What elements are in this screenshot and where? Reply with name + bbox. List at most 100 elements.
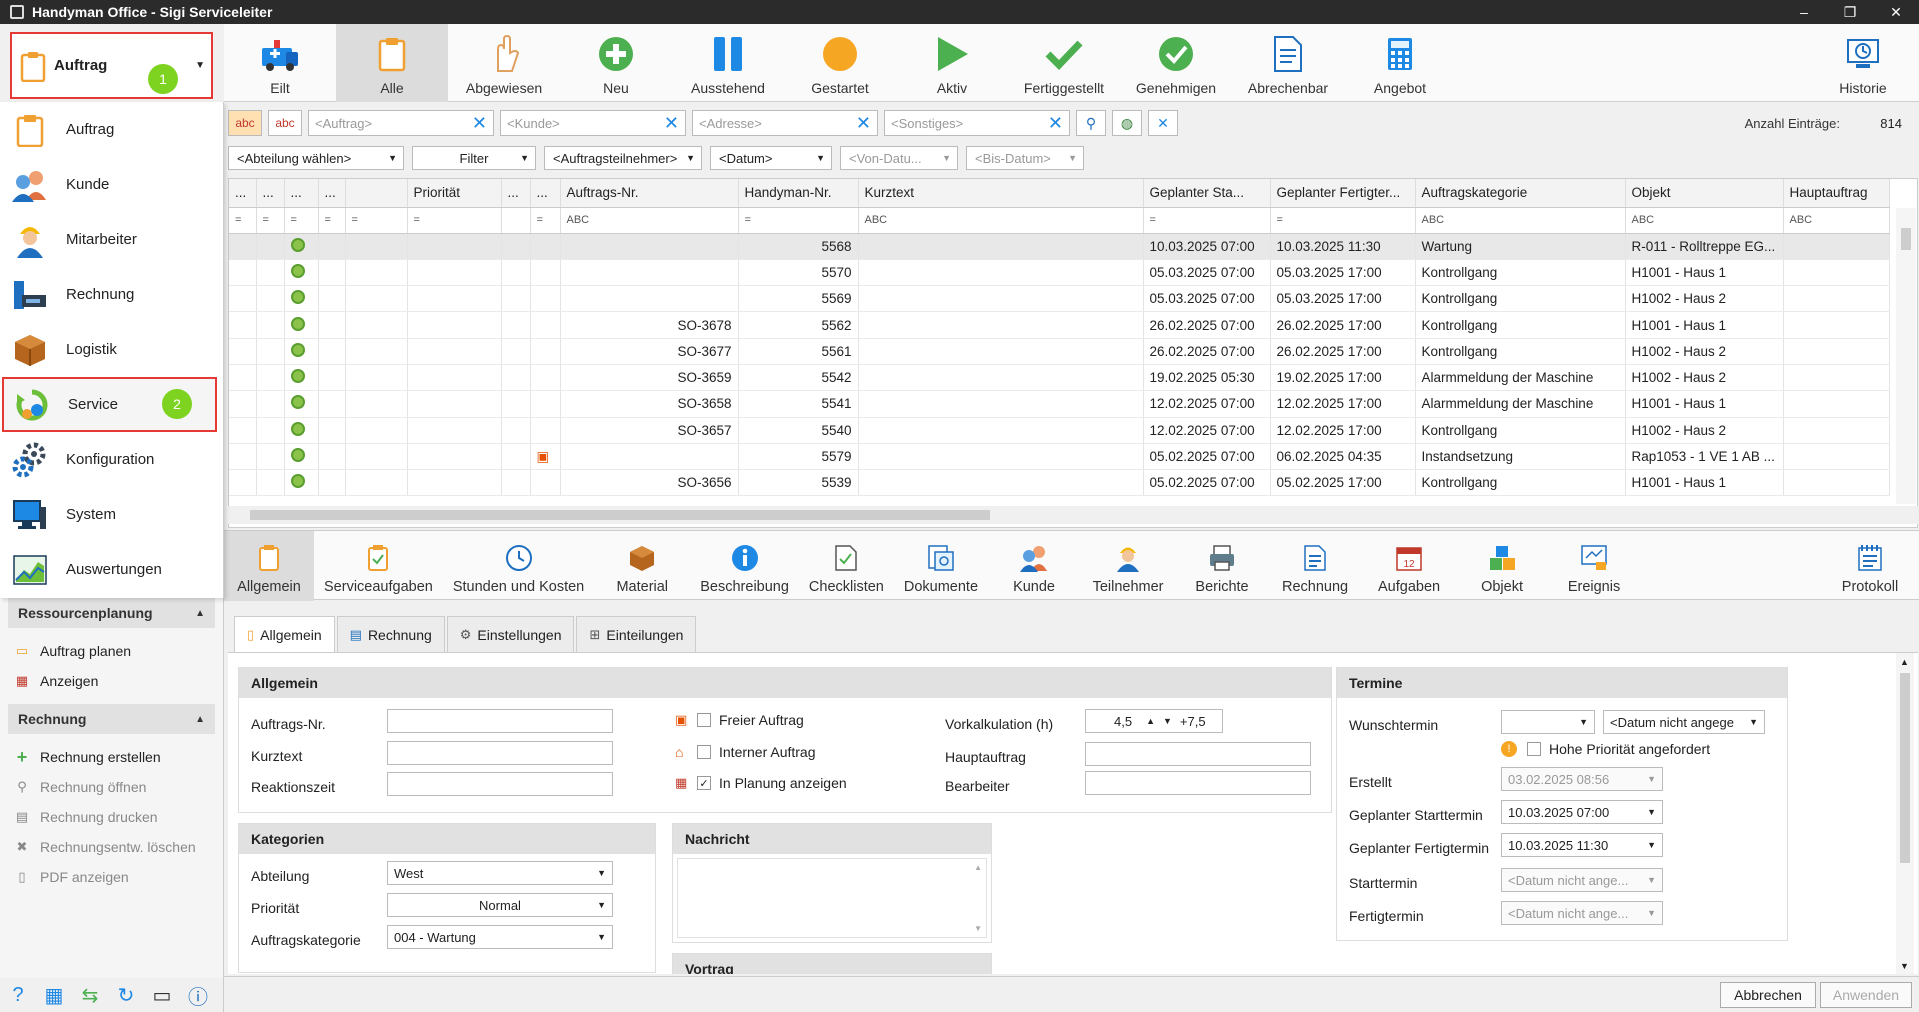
detail-tab-beschreibung[interactable]: Beschreibung [690, 531, 799, 601]
refresh-icon[interactable]: ↻ [112, 981, 140, 1009]
table-row[interactable]: SO-3678 5562 26.02.2025 07:00 26.02.2025 17… [229, 311, 1890, 339]
column-header-hauptauftrag[interactable]: Hauptauftrag [1783, 179, 1890, 208]
section-ressourcenplanung[interactable]: Ressourcenplanung ▲ [8, 598, 215, 628]
wunschtermin-dropdown[interactable]: ▼ [1501, 710, 1595, 734]
grid-vertical-scrollbar[interactable] [1896, 208, 1916, 504]
chevron-up-icon[interactable]: ▲ [1146, 716, 1155, 726]
module-item-auswertungen[interactable]: Auswertungen [0, 542, 223, 597]
filter-cell[interactable]: = [738, 207, 859, 234]
info-icon[interactable]: ⓘ [184, 981, 212, 1009]
rechnung-drucken-link[interactable]: ▤ Rechnung drucken [0, 802, 223, 832]
filter-cell[interactable]: = [1143, 207, 1271, 234]
column-header-objekt[interactable]: Objekt [1625, 179, 1784, 208]
detail-tab-kunde[interactable]: Kunde [988, 531, 1080, 601]
anzeigen-link[interactable]: ▦ Anzeigen [0, 666, 223, 696]
toolbar-aktiv[interactable]: Aktiv [896, 24, 1008, 102]
detail-tab-berichte[interactable]: Berichte [1176, 531, 1268, 601]
detail-tab-checklisten[interactable]: Checklisten [799, 531, 894, 601]
hauptauftrag-input[interactable] [1085, 742, 1311, 766]
clear-icon[interactable]: ✕ [1048, 113, 1063, 134]
module-item-rechnung[interactable]: Rechnung [0, 267, 223, 322]
cancel-button[interactable]: Abbrechen [1720, 982, 1816, 1008]
detail-tab-stunden[interactable]: Stunden und Kosten [443, 531, 594, 601]
table-row[interactable]: SO-3657 5540 12.02.2025 07:00 12.02.2025 17… [229, 417, 1890, 444]
checkbox[interactable] [697, 745, 711, 759]
table-row[interactable]: SO-3677 5561 26.02.2025 07:00 26.02.2025 17… [229, 338, 1890, 365]
prioritaet-dropdown-field[interactable]: Normal ▼ [387, 893, 613, 917]
toolbar-fertiggestellt[interactable]: Fertiggestellt [1008, 24, 1120, 102]
module-item-konfiguration[interactable]: Konfiguration [0, 432, 223, 487]
abc-toggle-1[interactable]: abc [228, 110, 262, 136]
toolbar-abrechenbar[interactable]: Abrechenbar [1232, 24, 1344, 102]
minimize-icon[interactable]: – [1781, 4, 1827, 21]
detail-tab-rechnung[interactable]: Rechnung [1268, 531, 1362, 601]
close-icon[interactable]: ✕ [1873, 4, 1919, 21]
filter-cell[interactable]: = [284, 207, 319, 234]
table-row[interactable]: ▣ 5579 05.02.2025 07:00 06.02.2025 04:35 Ins… [229, 443, 1890, 471]
bis-datum-dropdown[interactable]: <Bis-Datum> ▼ [966, 146, 1084, 170]
swap-icon[interactable]: ⇆ [76, 981, 104, 1009]
adresse-filter-input[interactable]: <Adresse> ✕ [692, 110, 878, 136]
detail-tab-ereignis[interactable]: Ereignis [1548, 531, 1640, 601]
checkbox[interactable] [697, 713, 711, 727]
chevron-up-icon[interactable]: ▲ [974, 863, 982, 872]
filter-cell[interactable]: = [318, 207, 346, 234]
subtab-rechnung[interactable]: ▤ Rechnung [336, 616, 445, 652]
toolbar-abgewiesen[interactable]: Abgewiesen [448, 24, 560, 102]
subtab-einteilungen[interactable]: ⊞ Einteilungen [576, 616, 697, 652]
clear-all-button[interactable]: ✕ [1148, 110, 1178, 136]
column-header[interactable]: ... [318, 179, 346, 208]
clear-icon[interactable]: ✕ [856, 113, 871, 134]
geplanter-starttermin-field[interactable]: 10.03.2025 07:00 ▼ [1501, 800, 1663, 824]
wunschtermin-date[interactable]: <Datum nicht angege ▼ [1603, 710, 1765, 734]
nachricht-textarea[interactable]: ▲ ▼ [677, 858, 987, 938]
filter-cell[interactable] [501, 207, 531, 234]
fertigtermin-field[interactable]: <Datum nicht ange... ▼ [1501, 901, 1663, 925]
apply-button[interactable]: Anwenden [1820, 982, 1912, 1008]
filter-cell[interactable]: = [229, 207, 257, 234]
module-item-service[interactable]: Service 2 [2, 377, 217, 432]
filter-cell[interactable]: ABC [1415, 207, 1626, 234]
column-header-geplanter-fertig[interactable]: Geplanter Fertigter... [1270, 179, 1416, 208]
toolbar-historie[interactable]: Historie [1807, 24, 1919, 102]
auftrag-filter-input[interactable]: <Auftrag> ✕ [308, 110, 494, 136]
filter-cell[interactable]: = [407, 207, 502, 234]
filter-cell[interactable]: ABC [858, 207, 1144, 234]
checkbox-checked[interactable]: ✓ [697, 776, 711, 790]
detail-tab-allgemein[interactable]: Allgemein [224, 531, 314, 601]
table-row[interactable]: SO-3658 5541 12.02.2025 07:00 12.02.2025 17… [229, 390, 1890, 418]
rechnung-oeffnen-link[interactable]: ⚲ Rechnung öffnen [0, 772, 223, 802]
in-planung-checkbox[interactable]: ▦ ✓ In Planung anzeigen [675, 775, 847, 791]
restore-icon[interactable]: ❐ [1827, 4, 1873, 21]
clear-icon[interactable]: ✕ [664, 113, 679, 134]
column-header-kurztext[interactable]: Kurztext [858, 179, 1144, 208]
filter-cell[interactable]: = [256, 207, 285, 234]
detail-vertical-scrollbar[interactable]: ▲ ▼ [1896, 653, 1914, 974]
chevron-up-icon[interactable]: ▲ [1900, 657, 1909, 667]
rechnungsentw-loeschen-link[interactable]: ✖ Rechnungsentw. löschen [0, 832, 223, 862]
filter-cell[interactable]: = [345, 207, 408, 234]
clear-icon[interactable]: ✕ [472, 113, 487, 134]
subtab-einstellungen[interactable]: ⚙ Einstellungen [446, 616, 575, 652]
module-item-mitarbeiter[interactable]: Mitarbeiter [0, 212, 223, 267]
detail-tab-teilnehmer[interactable]: Teilnehmer [1080, 531, 1176, 601]
toolbar-eilt[interactable]: Eilt [224, 24, 336, 102]
filter-cell[interactable]: ABC [560, 207, 739, 234]
abc-toggle-2[interactable]: abc [268, 110, 302, 136]
module-item-kunde[interactable]: Kunde [0, 157, 223, 212]
grid-horizontal-scrollbar[interactable] [228, 506, 1918, 524]
checkbox[interactable] [1527, 742, 1541, 756]
table-row[interactable]: SO-3656 5539 05.02.2025 07:00 05.02.2025 17… [229, 469, 1890, 497]
filter-dropdown[interactable]: Filter ▼ [412, 146, 536, 170]
table-row[interactable]: 5569 05.03.2025 07:00 05.03.2025 17:00 Kont… [229, 285, 1890, 313]
chevron-down-icon[interactable]: ▼ [1900, 961, 1909, 971]
teilnehmer-dropdown[interactable]: <Auftragsteilnehmer> ▼ [544, 146, 702, 170]
detail-tab-aufgaben[interactable]: 12 Aufgaben [1362, 531, 1456, 601]
toolbar-alle[interactable]: Alle [336, 24, 448, 102]
globe-button[interactable]: ◍ [1112, 110, 1142, 136]
filter-cell[interactable]: = [1270, 207, 1416, 234]
chevron-down-icon[interactable]: ▼ [1163, 716, 1172, 726]
column-header-auftrags-nr[interactable]: Auftrags-Nr. [560, 179, 739, 208]
auftrags-nr-input[interactable] [387, 709, 613, 733]
toolbar-gestartet[interactable]: Gestartet [784, 24, 896, 102]
